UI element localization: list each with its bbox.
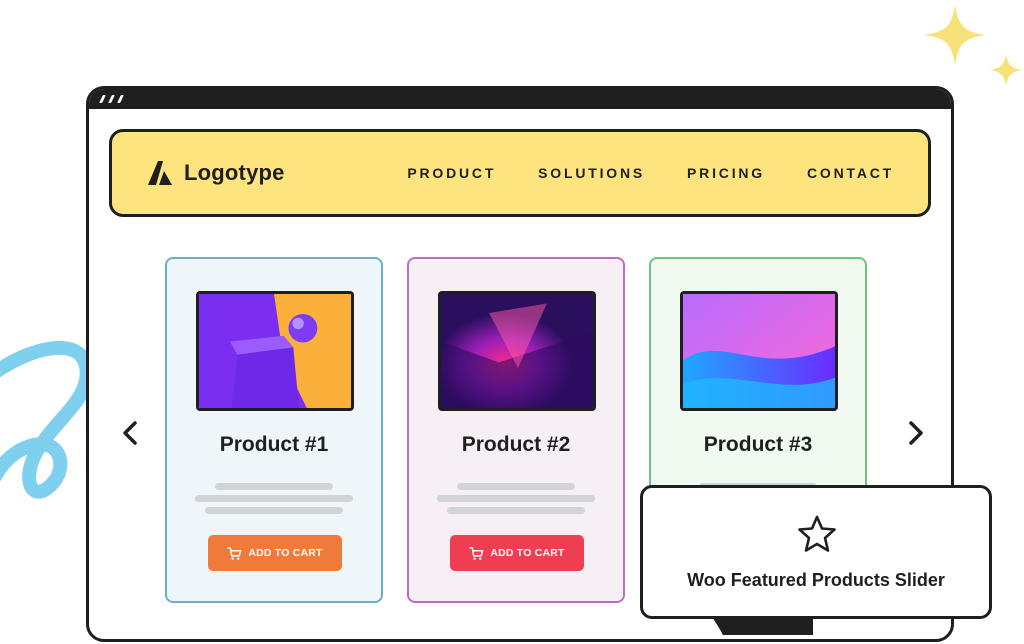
product-title: Product #3 <box>703 433 813 456</box>
product-card: Product #1 ADD TO CART <box>165 257 383 603</box>
cart-icon <box>227 546 242 560</box>
cart-icon <box>469 546 484 560</box>
chevron-left-icon[interactable] <box>119 419 141 447</box>
window-dot <box>117 95 124 103</box>
logo-text: Logotype <box>184 160 285 185</box>
browser-title-bar <box>89 89 951 109</box>
product-image[interactable] <box>438 291 596 411</box>
description-placeholder <box>195 495 353 502</box>
nav-item-product[interactable]: PRODUCT <box>407 165 496 181</box>
description-placeholder <box>447 507 585 514</box>
logo-icon <box>148 161 172 185</box>
description-placeholder <box>205 507 343 514</box>
product-card: Product #2 ADD TO CART <box>407 257 625 603</box>
sparkle-small-icon <box>990 54 1022 86</box>
description-placeholder <box>457 483 575 490</box>
product-title: Product #1 <box>219 433 329 456</box>
product-image[interactable] <box>680 291 838 411</box>
description-placeholder <box>437 495 595 502</box>
add-to-cart-button[interactable]: ADD TO CART <box>450 535 584 571</box>
feature-callout: Woo Featured Products Slider <box>640 485 992 619</box>
nav-item-solutions[interactable]: SOLUTIONS <box>538 165 645 181</box>
add-to-cart-label: ADD TO CART <box>490 547 565 559</box>
nav-item-contact[interactable]: CONTACT <box>807 165 894 181</box>
window-dot <box>99 95 106 103</box>
product-image[interactable] <box>196 291 354 411</box>
sparkle-icon <box>924 4 986 66</box>
chevron-right-icon[interactable] <box>905 419 927 447</box>
logo[interactable]: Logotype <box>146 159 285 187</box>
scribble-decoration <box>0 340 94 499</box>
main-menu: PRODUCT SOLUTIONS PRICING CONTACT <box>407 165 894 181</box>
add-to-cart-label: ADD TO CART <box>248 547 323 559</box>
add-to-cart-button[interactable]: ADD TO CART <box>208 535 342 571</box>
star-icon <box>798 515 836 552</box>
window-dot <box>108 95 115 103</box>
callout-label: Woo Featured Products Slider <box>687 570 945 590</box>
nav-item-pricing[interactable]: PRICING <box>687 165 765 181</box>
description-placeholder <box>215 483 333 490</box>
product-title: Product #2 <box>461 433 571 456</box>
site-navbar: Logotype PRODUCT SOLUTIONS PRICING CONTA… <box>109 129 931 217</box>
